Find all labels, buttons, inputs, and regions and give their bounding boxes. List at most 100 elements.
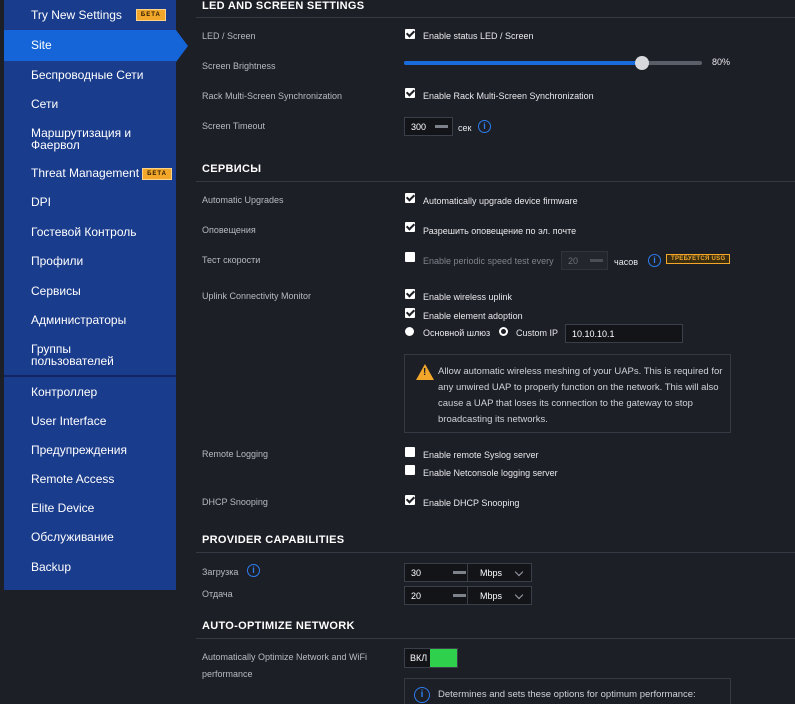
netconsole-checkbox-label: Enable Netconsole logging server	[423, 468, 558, 478]
email-notifications-checkbox-label: Разрешить оповещение по эл. почте	[423, 226, 577, 236]
warning-icon	[416, 364, 434, 380]
sidebar-item-networks[interactable]: Сети	[4, 90, 176, 119]
element-adoption-checkbox-label: Enable element adoption	[423, 311, 523, 321]
sidebar-item-guest-control[interactable]: Гостевой Контроль	[4, 217, 176, 247]
sidebar-item-label: Try New Settings	[31, 7, 122, 22]
email-notifications-checkbox[interactable]	[405, 222, 415, 232]
sidebar-item-alerts[interactable]: Предупреждения	[4, 436, 176, 465]
uplink-monitor-label: Uplink Connectivity Monitor	[202, 291, 312, 301]
sidebar-item-admins[interactable]: Администраторы	[4, 306, 176, 335]
led-screen-checkbox[interactable]	[405, 29, 415, 39]
sidebar-item-maintenance[interactable]: Обслуживание	[4, 523, 176, 552]
chevron-down-icon	[514, 590, 524, 600]
stepper-icon[interactable]	[435, 125, 448, 128]
wireless-uplink-checkbox[interactable]	[405, 289, 415, 299]
dhcp-snooping-checkbox[interactable]	[405, 495, 415, 505]
sidebar-item-label: Профили	[31, 254, 84, 268]
sidebar-item-label: Сервисы	[31, 283, 81, 298]
info-icon[interactable]: i	[648, 254, 661, 267]
default-gateway-radio-label: Основной шлюз	[423, 328, 491, 338]
remote-syslog-checkbox-label: Enable remote Syslog server	[423, 450, 539, 460]
brightness-slider[interactable]	[404, 56, 702, 70]
download-label: Загрузка	[202, 567, 239, 577]
section-title-auto-optimize: AUTO-OPTIMIZE NETWORK	[202, 620, 355, 632]
speed-test-label: Тест скорости	[202, 255, 261, 265]
element-adoption-checkbox[interactable]	[405, 308, 415, 318]
sidebar-item-label: Беспроводные Сети	[31, 68, 144, 82]
sidebar-item-try-new-settings[interactable]: Try New Settings БЕТА	[4, 0, 176, 30]
auto-upgrades-checkbox-label: Automatically upgrade device firmware	[423, 196, 578, 206]
upload-unit-select[interactable]: Mbps	[480, 591, 502, 601]
remote-logging-label: Remote Logging	[202, 449, 269, 459]
sidebar-item-site[interactable]: Site	[4, 30, 176, 61]
rack-sync-checkbox[interactable]	[405, 88, 415, 98]
sidebar-item-label: User Interface	[31, 414, 107, 428]
stepper-icon[interactable]	[453, 594, 466, 597]
beta-badge: БЕТА	[142, 167, 172, 180]
auto-optimize-toggle[interactable]: ВКЛ	[404, 648, 458, 668]
sidebar-item-routing-firewall[interactable]: Маршрутизация и Фаервол	[4, 119, 176, 159]
download-speed-input[interactable]: 30 Mbps	[404, 563, 532, 582]
brightness-label: Screen Brightness	[202, 61, 276, 71]
sidebar-item-profiles[interactable]: Профили	[4, 247, 176, 276]
auto-optimize-info-box: i Determines and sets these options for …	[404, 678, 731, 704]
sidebar-item-dpi[interactable]: DPI	[4, 188, 176, 217]
sidebar-item-wireless-networks[interactable]: Беспроводные Сети	[4, 61, 176, 90]
toggle-switch[interactable]	[430, 649, 457, 667]
section-title-provider: PROVIDER CAPABILITIES	[202, 534, 345, 546]
sidebar-item-elite-device[interactable]: Elite Device	[4, 494, 176, 523]
default-gateway-radio[interactable]	[405, 327, 414, 336]
requires-usg-badge: ТРЕБУЕТСЯ USG	[666, 254, 731, 264]
remote-syslog-checkbox[interactable]	[405, 447, 415, 457]
sidebar-item-label: Предупреждения	[31, 443, 127, 457]
screen-timeout-value: 300	[411, 121, 427, 132]
stepper-icon[interactable]	[453, 571, 466, 574]
sidebar-item-remote-access[interactable]: Remote Access	[4, 465, 176, 494]
netconsole-checkbox[interactable]	[405, 465, 415, 475]
section-divider	[196, 181, 795, 182]
info-icon[interactable]: i	[247, 564, 260, 577]
notifications-label: Оповещения	[202, 225, 256, 235]
auto-upgrades-label: Automatic Upgrades	[202, 195, 284, 205]
field-separator	[467, 564, 468, 581]
info-icon[interactable]: i	[478, 120, 491, 133]
sidebar-item-label: Backup	[31, 559, 72, 574]
sidebar-item-threat-management[interactable]: Threat Management БЕТА	[4, 159, 176, 188]
wireless-uplink-checkbox-label: Enable wireless uplink	[423, 292, 513, 302]
custom-ip-input[interactable]: 10.10.10.1	[565, 324, 683, 343]
auto-optimize-info-text: Determines and sets these options for op…	[438, 689, 696, 700]
brightness-slider-fill	[404, 61, 643, 65]
speed-test-checkbox-label: Enable periodic speed test every	[423, 256, 554, 266]
sidebar-item-user-groups[interactable]: Группы пользователей	[4, 335, 176, 375]
rack-sync-label: Rack Multi-Screen Synchronization	[202, 91, 343, 101]
custom-ip-radio[interactable]	[499, 327, 508, 336]
upload-speed-input[interactable]: 20 Mbps	[404, 586, 532, 605]
section-title-led: LED AND SCREEN SETTINGS	[202, 0, 365, 12]
sidebar-item-label: Site	[31, 38, 52, 52]
sidebar-item-services[interactable]: Сервисы	[4, 276, 176, 306]
speed-test-interval-value: 20	[568, 255, 579, 266]
auto-optimize-label: Automatically Optimize Network and WiFi …	[202, 652, 368, 679]
screen-timeout-input[interactable]: 300	[404, 117, 453, 136]
mesh-warning-box: Allow automatic wireless meshing of your…	[404, 354, 731, 433]
stepper-icon[interactable]	[590, 259, 603, 262]
sidebar-item-label: Администраторы	[31, 313, 127, 327]
mesh-warning-text: Allow automatic wireless meshing of your…	[438, 366, 723, 425]
section-title-services: СЕРВИСЫ	[202, 163, 262, 175]
brightness-slider-thumb[interactable]	[635, 56, 650, 70]
sidebar-item-backup[interactable]: Backup	[4, 552, 176, 582]
sidebar-item-controller[interactable]: Контроллер	[4, 377, 176, 407]
beta-badge: БЕТА	[135, 9, 166, 21]
sidebar-item-label: DPI	[31, 195, 52, 209]
speed-test-interval-input[interactable]: 20	[561, 251, 608, 270]
auto-upgrades-checkbox[interactable]	[405, 193, 415, 203]
info-icon: i	[414, 687, 430, 703]
speed-test-checkbox[interactable]	[405, 252, 415, 262]
sidebar-item-label: Threat Management	[31, 166, 140, 180]
led-screen-checkbox-label: Enable status LED / Screen	[423, 31, 534, 41]
custom-ip-value: 10.10.10.1	[572, 328, 615, 339]
settings-sidebar: Try New Settings БЕТА Site Беспроводные …	[4, 0, 176, 590]
download-unit-select[interactable]: Mbps	[480, 568, 502, 578]
sidebar-item-user-interface[interactable]: User Interface	[4, 407, 176, 436]
dhcp-snooping-label: DHCP Snooping	[202, 497, 268, 507]
